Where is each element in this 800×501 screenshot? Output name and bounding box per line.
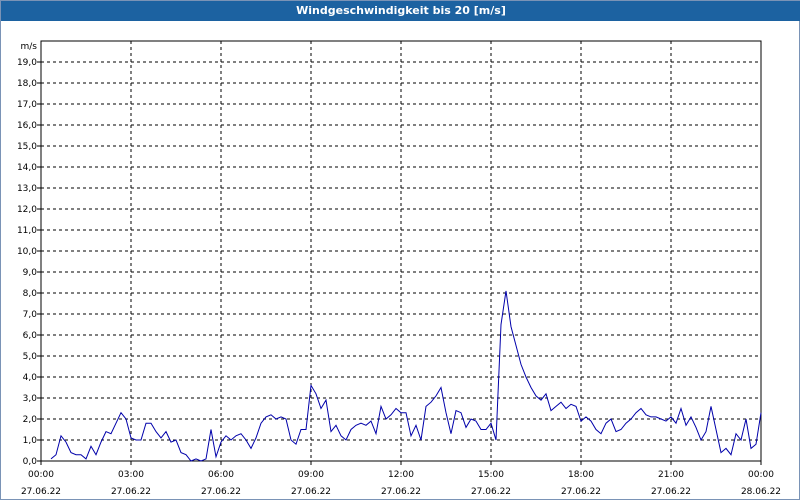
y-tick-label: 16,0 [17,121,37,131]
y-tick-label: 0,0 [23,457,38,467]
x-tick-date: 27.06.22 [381,487,421,497]
x-tick-date: 27.06.22 [201,487,241,497]
y-tick-label: 8,0 [23,289,38,299]
x-tick-date: 27.06.22 [561,487,601,497]
y-tick-label: 4,0 [23,373,38,383]
grid-lines [41,41,761,461]
y-tick-label: 17,0 [17,100,37,110]
x-tick-date: 27.06.22 [21,487,61,497]
x-tick-time: 09:00 [298,470,324,480]
x-tick-time: 15:00 [478,470,504,480]
x-tick-date: 28.06.22 [741,487,781,497]
x-tick-date: 27.06.22 [291,487,331,497]
x-tick-date: 27.06.22 [651,487,691,497]
y-tick-label: 6,0 [23,331,38,341]
x-axis-ticks: 00:00 27.06.22 03:00 27.06.22 06:00 27.06.22 0… [21,461,781,497]
wind-speed-series-line [50,290,762,462]
y-tick-label: 3,0 [23,394,38,404]
y-tick-label: 1,0 [23,436,38,446]
x-tick-time: 00:00 [28,470,54,480]
x-tick-time: 18:00 [568,470,594,480]
y-tick-label: 14,0 [17,163,37,173]
y-tick-label: 7,0 [23,310,38,320]
line-chart: 0,0 1,0 2,0 3,0 4,0 5,0 6,0 7,0 8,0 9,0 10,0 11,0 12… [17,40,781,497]
y-tick-label: 9,0 [23,268,38,278]
y-tick-label: 15,0 [17,142,37,152]
x-tick-time: 03:00 [118,470,144,480]
series-group [50,290,762,462]
chart-window: Windgeschwindigkeit bis 20 [m/s] 0,0 1,0 2… [0,0,800,500]
x-tick-date: 27.06.22 [111,487,151,497]
x-tick-time: 21:00 [658,470,684,480]
y-axis-label: m/s [21,42,38,52]
x-tick-date: 27.06.22 [471,487,511,497]
y-tick-label: 11,0 [17,226,37,236]
y-tick-label: 10,0 [17,247,37,257]
x-tick-time: 00:00 [748,470,774,480]
y-tick-label: 12,0 [17,205,37,215]
y-tick-label: 19,0 [17,58,37,68]
y-tick-label: 18,0 [17,79,37,89]
x-tick-time: 12:00 [388,470,414,480]
x-tick-time: 06:00 [208,470,234,480]
y-tick-label: 13,0 [17,184,37,194]
y-axis-ticks: 0,0 1,0 2,0 3,0 4,0 5,0 6,0 7,0 8,0 9,0 10,0 11,0 12… [17,58,41,467]
y-tick-label: 2,0 [23,415,38,425]
y-tick-label: 5,0 [23,352,38,362]
